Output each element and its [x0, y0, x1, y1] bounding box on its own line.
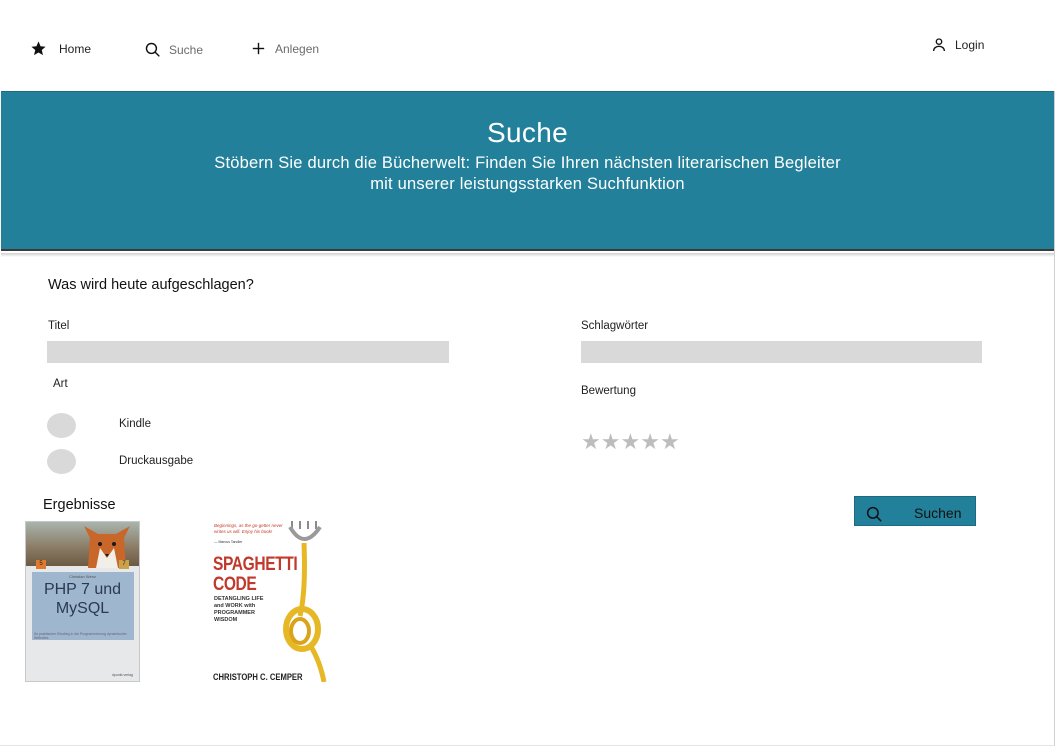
radio-print-circle[interactable]: [47, 449, 76, 474]
keywords-label: Schlagwörter: [581, 320, 649, 332]
type-label: Art: [53, 378, 68, 390]
cover-title: PHP 7 und MySQL: [26, 580, 139, 618]
cover-title-line1: PHP 7 und: [43, 581, 122, 598]
rating-star-icon[interactable]: ★: [640, 431, 660, 453]
hero-shadow: [1, 253, 1054, 257]
nav-home-link[interactable]: Home: [30, 40, 91, 57]
nav-search-label: Suche: [169, 42, 204, 57]
rating-stars[interactable]: ★ ★ ★ ★ ★: [581, 431, 680, 453]
rating-star-icon[interactable]: ★: [620, 431, 640, 453]
nav-home-label: Home: [59, 41, 92, 56]
radio-print[interactable]: Druckausgabe: [47, 449, 193, 474]
cover-subtitle-line3: PROGRAMMER: [214, 610, 255, 616]
cover-subtitle-line2: and WORK with: [214, 603, 256, 609]
search-button-label: Suchen: [914, 505, 962, 521]
cover-quote: Beginnings, as the go-getter never write…: [214, 523, 283, 534]
cover-tag-right: 7: [119, 560, 129, 569]
nav-login-label: Login: [955, 38, 985, 52]
cover-author: Christian Wenz: [68, 574, 97, 579]
page-title: Suche: [487, 117, 568, 148]
star-icon: [30, 40, 47, 57]
plus-icon: [250, 40, 267, 57]
radio-kindle-label: Kindle: [119, 418, 151, 430]
search-button[interactable]: Suchen: [854, 496, 976, 526]
nav-login-link[interactable]: Login: [931, 37, 984, 53]
title-label: Titel: [48, 320, 70, 332]
nav-create-link[interactable]: Anlegen: [250, 40, 319, 57]
cover-author: CHRISTOPH C. CEMPER: [213, 672, 303, 682]
title-input[interactable]: [47, 341, 449, 363]
keywords-input[interactable]: [581, 341, 982, 363]
form-title: Was wird heute aufgeschlagen?: [48, 277, 254, 293]
search-icon: [865, 505, 883, 526]
cover-title-line2: MySQL: [55, 600, 110, 617]
page: Home Suche Anlegen Login Suche Stöbern S…: [0, 0, 1055, 746]
radio-kindle[interactable]: Kindle: [47, 413, 151, 438]
page-subtitle: Stöbern Sie durch die Bücherwelt: Finden…: [214, 154, 841, 193]
cover-publisher: dpunkt.verlag: [111, 673, 133, 677]
top-nav: Home Suche Anlegen Login: [0, 0, 1055, 91]
result-book-spaghetti-code[interactable]: Beginnings, as the go-getter never write…: [212, 521, 339, 682]
search-icon: [144, 41, 161, 58]
cover-title-line2: CODE: [213, 574, 257, 595]
rating-star-icon[interactable]: ★: [581, 431, 601, 453]
results-title: Ergebnisse: [43, 497, 116, 513]
cover-quote-author: — Marcus Tandler: [214, 540, 243, 544]
hero-banner: Suche Stöbern Sie durch die Bücherwelt: …: [1, 91, 1054, 251]
cover-tag-left: 5: [36, 560, 46, 569]
nav-create-label: Anlegen: [275, 41, 320, 56]
cover-subtitle-line1: DETANGLING LIFE: [214, 596, 264, 602]
rating-label: Bewertung: [581, 385, 636, 397]
result-book-php-mysql[interactable]: 5 7 Christian Wenz PHP 7 und MySQL Ihr p…: [25, 521, 140, 682]
rating-star-icon[interactable]: ★: [660, 431, 680, 453]
cover-title: SPAGHETTI CODE: [213, 554, 298, 595]
cover-title-line1: SPAGHETTI: [213, 554, 298, 575]
fork-illustration: [283, 521, 327, 682]
nav-search-link[interactable]: Suche: [144, 41, 203, 58]
rating-star-icon[interactable]: ★: [601, 431, 621, 453]
cover-subtitle: Ihr praktischer Einstieg in die Programm…: [34, 632, 127, 640]
radio-kindle-circle[interactable]: [47, 413, 76, 438]
radio-print-label: Druckausgabe: [119, 455, 194, 467]
user-icon: [931, 37, 947, 53]
cover-subtitle-line4: WISDOM: [214, 617, 238, 623]
cover-subtitle: DETANGLING LIFE and WORK with PROGRAMMER…: [214, 596, 263, 624]
